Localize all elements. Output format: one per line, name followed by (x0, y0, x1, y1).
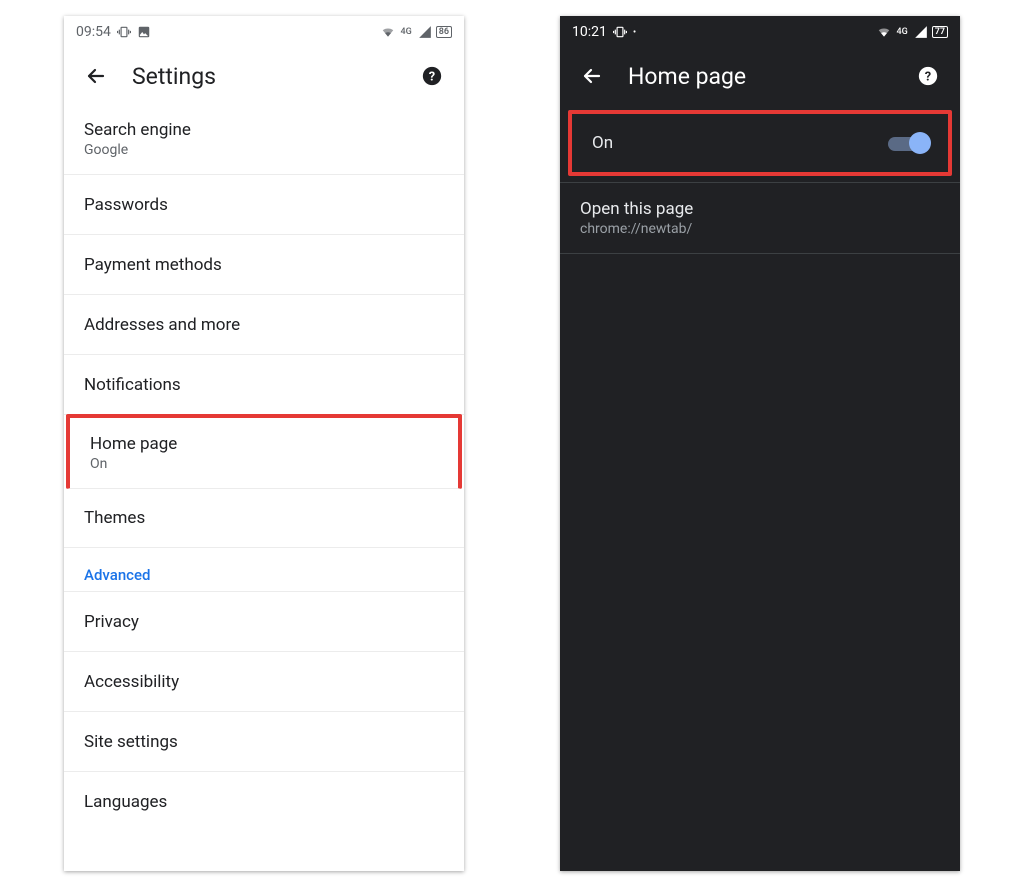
row-subtitle: On (90, 456, 438, 472)
row-title: Privacy (84, 612, 444, 632)
row-title: Payment methods (84, 255, 444, 275)
battery-badge: 77 (932, 26, 948, 38)
row-notifications[interactable]: Notifications (64, 355, 464, 415)
row-open-this-page[interactable]: Open this page chrome://newtab/ (560, 183, 960, 254)
wifi-icon (876, 25, 892, 39)
status-time: 10:21 (572, 24, 607, 40)
settings-screen: 09:54 4G 86 S (64, 16, 464, 871)
row-subtitle: chrome://newtab/ (580, 221, 940, 237)
home-page-toggle-row[interactable]: On (572, 114, 948, 172)
row-title: Notifications (84, 375, 444, 395)
row-home-page[interactable]: Home page On (66, 414, 462, 489)
svg-text:?: ? (925, 70, 931, 85)
settings-list: Search engine Google Passwords Payment m… (64, 104, 464, 832)
section-advanced: Advanced (64, 548, 464, 592)
row-subtitle: Google (84, 142, 444, 158)
dot-icon: • (633, 27, 636, 38)
app-bar: Home page ? (560, 48, 960, 104)
row-title: Languages (84, 792, 444, 812)
row-privacy[interactable]: Privacy (64, 592, 464, 652)
network-label: 4G (400, 27, 411, 37)
row-addresses[interactable]: Addresses and more (64, 295, 464, 355)
row-passwords[interactable]: Passwords (64, 175, 464, 235)
row-title: Site settings (84, 732, 444, 752)
toggle-highlight: On (568, 110, 952, 176)
row-search-engine[interactable]: Search engine Google (64, 104, 464, 175)
vibrate-icon (117, 25, 131, 39)
section-title: Advanced (84, 566, 444, 584)
wifi-icon (380, 25, 396, 39)
row-title: Open this page (580, 199, 940, 219)
row-title: Themes (84, 508, 444, 528)
row-title: Accessibility (84, 672, 444, 692)
signal-icon (914, 25, 928, 39)
vibrate-icon (613, 25, 627, 39)
help-icon[interactable]: ? (412, 56, 452, 96)
row-title: Search engine (84, 120, 444, 140)
back-icon[interactable] (572, 56, 612, 96)
row-accessibility[interactable]: Accessibility (64, 652, 464, 712)
row-title: Home page (90, 434, 438, 454)
status-time: 09:54 (76, 24, 111, 40)
page-title: Settings (132, 63, 396, 90)
row-title: Addresses and more (84, 315, 444, 335)
battery-badge: 86 (436, 26, 452, 38)
toggle-label: On (592, 133, 613, 153)
row-payment-methods[interactable]: Payment methods (64, 235, 464, 295)
back-icon[interactable] (76, 56, 116, 96)
page-title: Home page (628, 63, 892, 90)
home-page-screen: 10:21 • 4G 77 Home page ? (560, 16, 960, 871)
app-bar: Settings ? (64, 48, 464, 104)
image-icon (137, 25, 151, 39)
svg-text:?: ? (429, 70, 435, 85)
signal-icon (418, 25, 432, 39)
network-label: 4G (896, 27, 907, 37)
home-page-toggle[interactable] (888, 132, 928, 154)
row-languages[interactable]: Languages (64, 772, 464, 832)
help-icon[interactable]: ? (908, 56, 948, 96)
status-bar: 10:21 • 4G 77 (560, 16, 960, 48)
row-themes[interactable]: Themes (64, 488, 464, 548)
row-title: Passwords (84, 195, 444, 215)
status-bar: 09:54 4G 86 (64, 16, 464, 48)
row-site-settings[interactable]: Site settings (64, 712, 464, 772)
